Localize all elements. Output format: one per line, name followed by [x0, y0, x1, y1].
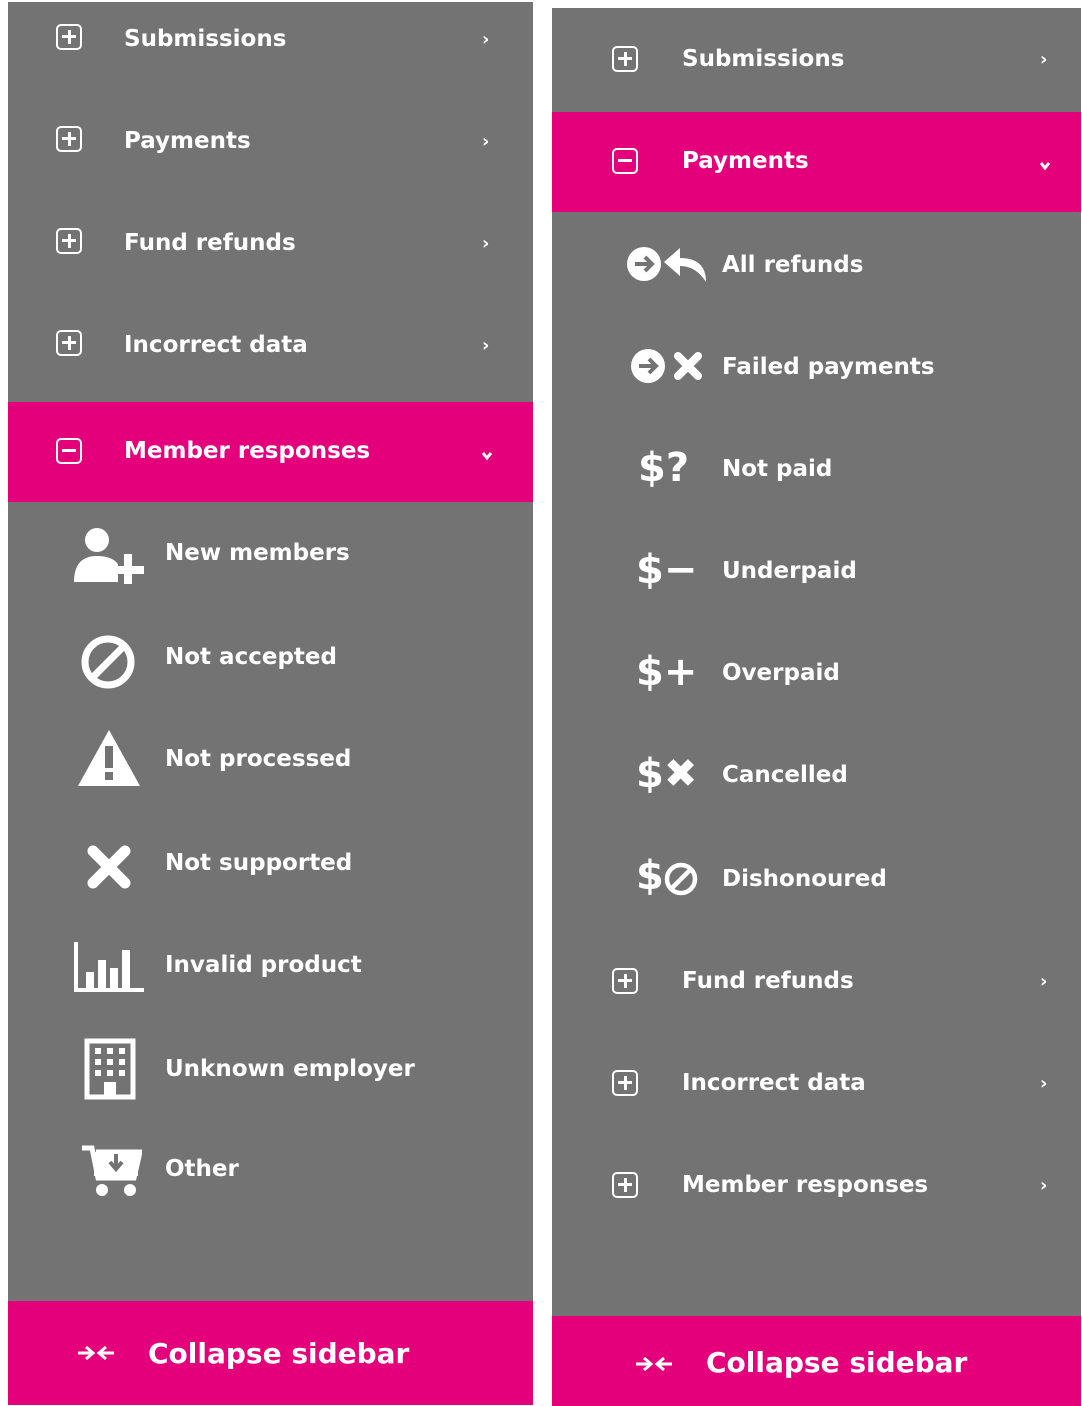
- subnav-item-underpaid[interactable]: $− Underpaid: [552, 520, 1081, 620]
- nav-item-label: Incorrect data: [124, 332, 308, 358]
- plus-square-icon: [56, 24, 82, 50]
- subnav-label: Overpaid: [722, 660, 840, 686]
- chevron-right-icon: ›: [1040, 971, 1048, 992]
- collapse-arrows-icon: [78, 1345, 114, 1361]
- subnav-item-overpaid[interactable]: $+ Overpaid: [552, 622, 1081, 722]
- plus-square-icon: [612, 1070, 638, 1096]
- building-icon: [84, 1038, 136, 1100]
- subnav-label: Not processed: [165, 746, 352, 772]
- subnav-item-not-accepted[interactable]: Not accepted: [8, 606, 533, 706]
- ban-icon: [81, 635, 135, 689]
- nav-item-label: Incorrect data: [682, 1070, 866, 1096]
- plus-square-icon: [612, 968, 638, 994]
- subnav-label: New members: [165, 540, 350, 566]
- chevron-down-icon: [481, 452, 493, 461]
- minus-square-icon: [612, 148, 638, 174]
- subnav-label: Cancelled: [722, 762, 848, 788]
- subnav-label: Other: [165, 1156, 239, 1182]
- nav-item-member-responses[interactable]: Member responses: [8, 402, 533, 502]
- chevron-right-icon: ›: [1040, 49, 1048, 70]
- bar-chart-icon: [74, 942, 144, 992]
- subnav-label: Not paid: [722, 456, 833, 482]
- chevron-right-icon: ›: [1040, 1073, 1048, 1094]
- subnav-item-not-paid[interactable]: $? Not paid: [552, 418, 1081, 518]
- subnav-item-failed-payments[interactable]: Failed payments: [552, 316, 1081, 416]
- chevron-right-icon: ›: [482, 29, 490, 50]
- subnav-item-not-supported[interactable]: Not supported: [8, 810, 533, 910]
- x-icon: [87, 845, 131, 889]
- chevron-right-icon: ›: [1040, 1175, 1048, 1196]
- collapse-sidebar-label: Collapse sidebar: [148, 1337, 410, 1370]
- nav-item-label: Submissions: [124, 26, 287, 52]
- nav-item-label: Payments: [124, 128, 251, 154]
- cart-download-icon: [82, 1145, 142, 1196]
- nav-item-label: Fund refunds: [124, 230, 296, 256]
- nav-item-payments[interactable]: Payments ›: [8, 96, 533, 196]
- subnav-item-not-processed[interactable]: Not processed: [8, 708, 533, 808]
- nav-item-label: Submissions: [682, 46, 845, 72]
- nav-item-fund-refunds[interactable]: Fund refunds ›: [8, 198, 533, 298]
- nav-item-submissions[interactable]: Submissions ›: [8, 0, 533, 94]
- nav-item-label: Payments: [682, 148, 809, 174]
- ban-icon: [664, 862, 698, 896]
- nav-item-payments[interactable]: Payments: [552, 112, 1081, 212]
- dollar-minus-icon: $−: [636, 547, 698, 593]
- nav-item-label: Member responses: [682, 1172, 929, 1198]
- dollar-ban-icon: $: [636, 853, 664, 899]
- arrow-x-icon: [631, 349, 702, 383]
- minus-square-icon: [56, 438, 82, 464]
- plus-square-icon: [612, 46, 638, 72]
- plus-square-icon: [56, 126, 82, 152]
- subnav-label: Unknown employer: [165, 1056, 415, 1082]
- subnav-label: All refunds: [722, 252, 864, 278]
- warning-icon: [78, 730, 140, 786]
- subnav-label: Invalid product: [165, 952, 362, 978]
- subnav-item-invalid-product[interactable]: Invalid product: [8, 912, 533, 1012]
- subnav-label: Failed payments: [722, 354, 935, 380]
- nav-item-incorrect-data[interactable]: Incorrect data ›: [552, 1032, 1081, 1132]
- nav-item-member-responses[interactable]: Member responses ›: [552, 1134, 1081, 1234]
- dollar-x-icon: $✖: [636, 751, 698, 797]
- subnav-item-cancelled[interactable]: $✖ Cancelled: [552, 724, 1081, 824]
- nav-item-incorrect-data[interactable]: Incorrect data ›: [8, 300, 533, 400]
- dollar-question-icon: $?: [638, 445, 690, 491]
- chevron-right-icon: ›: [482, 335, 490, 356]
- sidebar-right: Submissions › Payments All refunds Faile…: [552, 8, 1081, 1406]
- arrow-reply-icon: [627, 247, 706, 282]
- plus-square-icon: [56, 228, 82, 254]
- nav-item-fund-refunds[interactable]: Fund refunds ›: [552, 930, 1081, 1030]
- nav-item-label: Member responses: [124, 438, 371, 464]
- collapse-sidebar-button[interactable]: Collapse sidebar: [8, 1301, 533, 1405]
- subnav-item-new-members[interactable]: New members: [8, 504, 533, 604]
- chevron-right-icon: ›: [482, 131, 490, 152]
- nav-item-submissions[interactable]: Submissions ›: [552, 8, 1081, 108]
- subnav-label: Not supported: [165, 850, 353, 876]
- add-user-icon: [74, 528, 144, 584]
- subnav-label: Underpaid: [722, 558, 857, 584]
- collapse-sidebar-label: Collapse sidebar: [706, 1346, 968, 1379]
- subnav-item-all-refunds[interactable]: All refunds: [552, 214, 1081, 314]
- dollar-plus-icon: $+: [636, 649, 698, 695]
- chevron-down-icon: [1039, 162, 1051, 171]
- sidebar-left: Submissions › Payments › Fund refunds › …: [8, 2, 533, 1405]
- plus-square-icon: [612, 1172, 638, 1198]
- plus-square-icon: [56, 330, 82, 356]
- chevron-right-icon: ›: [482, 233, 490, 254]
- subnav-label: Not accepted: [165, 644, 337, 670]
- subnav-item-other[interactable]: Other: [8, 1116, 533, 1216]
- nav-item-label: Fund refunds: [682, 968, 854, 994]
- subnav-item-unknown-employer[interactable]: Unknown employer: [8, 1014, 533, 1114]
- collapse-arrows-icon: [636, 1356, 672, 1372]
- subnav-label: Dishonoured: [722, 866, 887, 892]
- subnav-item-dishonoured[interactable]: $ Dishonoured: [552, 826, 1081, 926]
- collapse-sidebar-button[interactable]: Collapse sidebar: [552, 1316, 1081, 1406]
